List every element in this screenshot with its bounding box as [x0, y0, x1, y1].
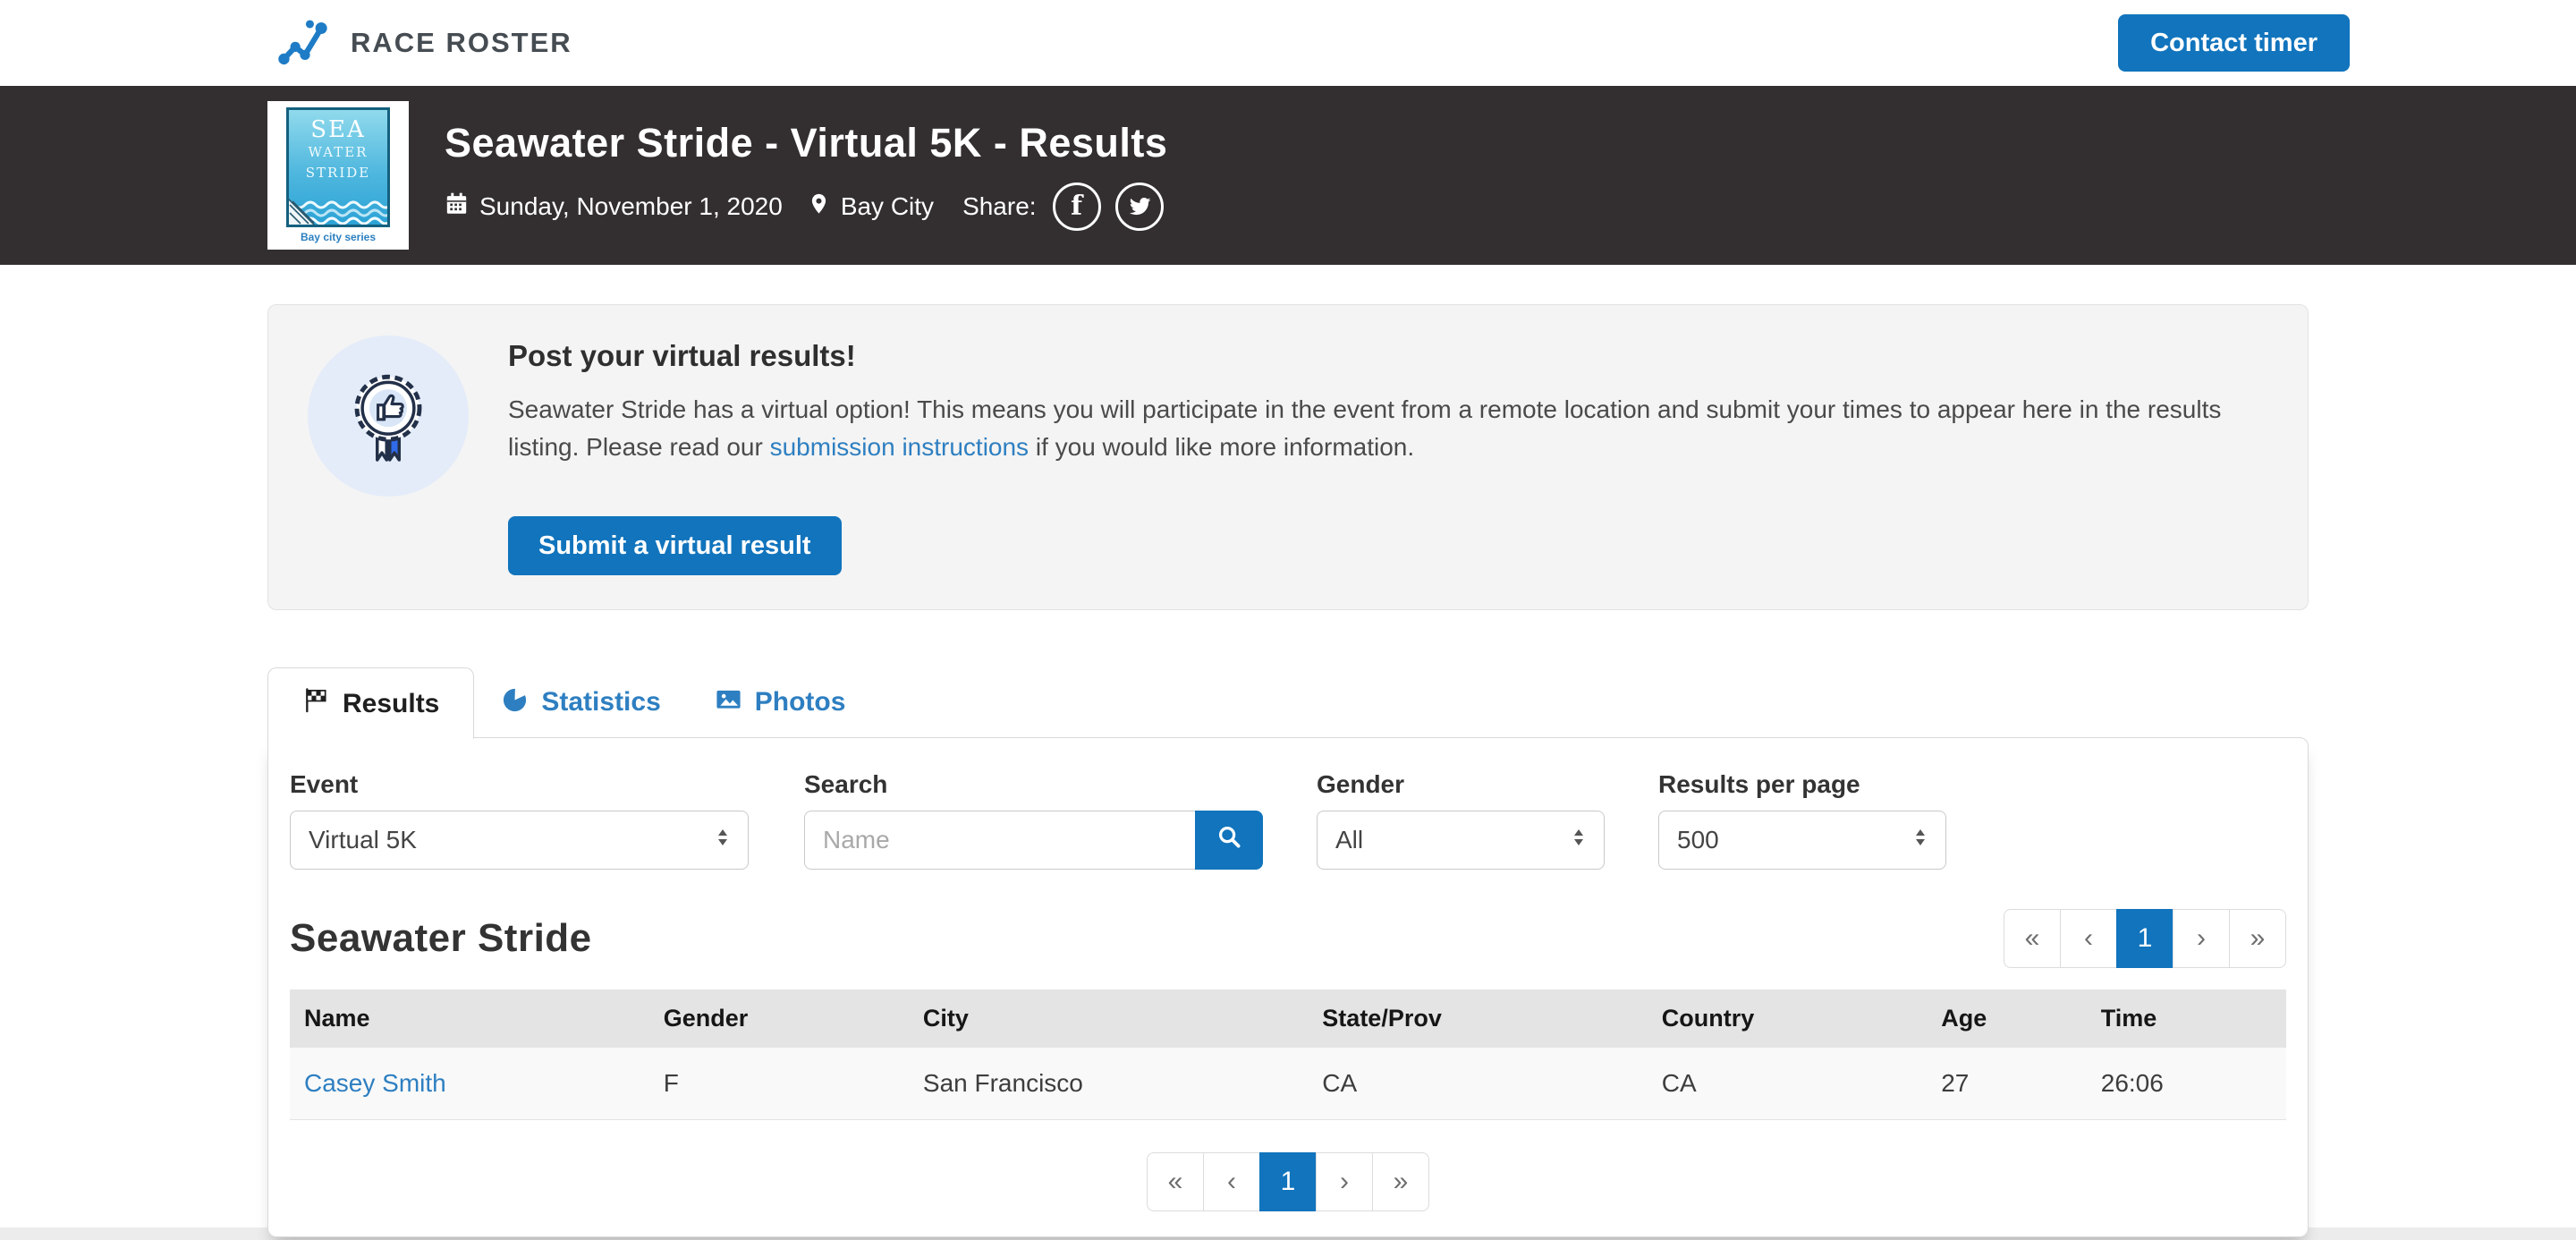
column-name: Name	[290, 989, 649, 1048]
event-select-value: Virtual 5K	[309, 826, 417, 854]
cell-time: 26:06	[2087, 1048, 2286, 1120]
event-select[interactable]: Virtual 5K	[290, 811, 749, 870]
filters-row: Event Virtual 5K Search	[290, 770, 2286, 870]
banner-text-after-link: if you would like more information.	[1029, 433, 1414, 461]
column-time: Time	[2087, 989, 2286, 1048]
gender-filter: Gender All	[1317, 770, 1605, 870]
share-label: Share:	[962, 192, 1037, 221]
submit-virtual-result-button[interactable]: Submit a virtual result	[508, 516, 842, 575]
cell-city: San Francisco	[909, 1048, 1308, 1120]
up-down-caret-icon	[1913, 826, 1928, 854]
cell-state-prov: CA	[1308, 1048, 1647, 1120]
logo-text-stride: STRIDE	[306, 163, 370, 183]
page-1-button[interactable]: 1	[2116, 909, 2174, 968]
per-page-select[interactable]: 500	[1658, 811, 1946, 870]
cell-country: CA	[1648, 1048, 1927, 1120]
up-down-caret-icon	[716, 826, 730, 854]
virtual-results-banner: Post your virtual results! Seawater Stri…	[267, 304, 2309, 610]
previous-page-button[interactable]: ‹	[2060, 909, 2117, 968]
event-location-text: Bay City	[841, 192, 934, 221]
tab-photos-label: Photos	[755, 687, 846, 718]
cell-age: 27	[1927, 1048, 2087, 1120]
main-content: Post your virtual results! Seawater Stri…	[267, 304, 2309, 1237]
corner-stripes-graphic	[288, 188, 326, 225]
search-filter: Search	[804, 770, 1263, 870]
participant-name-link[interactable]: Casey Smith	[304, 1069, 446, 1097]
event-logo-poster: SEA WATER STRIDE	[286, 107, 390, 227]
search-filter-label: Search	[804, 770, 1263, 799]
pagination-bottom: « ‹ 1 › »	[1147, 1152, 1429, 1211]
logo-caption: Bay city series	[301, 231, 376, 243]
tab-statistics-label: Statistics	[541, 687, 660, 718]
checkered-flag-icon	[302, 686, 330, 721]
tab-results-label: Results	[343, 689, 439, 719]
column-gender: Gender	[649, 989, 909, 1048]
calendar-icon	[445, 191, 469, 222]
event-filter: Event Virtual 5K	[290, 770, 749, 870]
event-filter-label: Event	[290, 770, 749, 799]
first-page-button[interactable]: «	[2004, 909, 2061, 968]
gender-select[interactable]: All	[1317, 811, 1605, 870]
column-country: Country	[1648, 989, 1927, 1048]
route-zigzag-icon	[277, 15, 333, 72]
event-header: SEA WATER STRIDE Bay city series Seawate…	[0, 86, 2576, 265]
next-page-button[interactable]: ›	[2173, 909, 2230, 968]
tab-photos[interactable]: Photos	[688, 667, 873, 737]
first-page-button[interactable]: «	[1147, 1152, 1204, 1211]
gender-select-value: All	[1335, 826, 1363, 854]
results-panel: Event Virtual 5K Search	[267, 737, 2309, 1237]
last-page-button[interactable]: »	[1372, 1152, 1429, 1211]
logo-text-water: WATER	[309, 142, 369, 163]
twitter-icon[interactable]	[1115, 183, 1164, 231]
event-date-text: Sunday, November 1, 2020	[479, 192, 783, 221]
pagination-top: « ‹ 1 › »	[2004, 909, 2286, 968]
results-heading: Seawater Stride	[290, 916, 592, 961]
topbar: RACE ROSTER Contact timer	[0, 0, 2576, 86]
per-page-filter: Results per page 500	[1658, 770, 1946, 870]
submission-instructions-link[interactable]: submission instructions	[770, 433, 1029, 461]
gender-filter-label: Gender	[1317, 770, 1605, 799]
search-input[interactable]	[804, 811, 1195, 870]
results-table: Name Gender City State/Prov Country Age …	[290, 989, 2286, 1120]
image-icon	[715, 685, 742, 720]
pie-chart-icon	[501, 685, 529, 720]
tab-results[interactable]: Results	[267, 667, 474, 739]
tab-statistics[interactable]: Statistics	[474, 667, 687, 737]
up-down-caret-icon	[1572, 826, 1586, 854]
table-row: Casey Smith F San Francisco CA CA 27 26:…	[290, 1048, 2286, 1120]
table-header-row: Name Gender City State/Prov Country Age …	[290, 989, 2286, 1048]
event-logo-card: SEA WATER STRIDE Bay city series	[267, 101, 409, 250]
award-ribbon-icon	[308, 335, 469, 497]
page-title: Seawater Stride - Virtual 5K - Results	[445, 120, 1167, 166]
event-location: Bay City	[808, 192, 934, 221]
brand-wordmark: RACE ROSTER	[351, 27, 572, 59]
search-button[interactable]	[1195, 811, 1263, 870]
next-page-button[interactable]: ›	[1316, 1152, 1373, 1211]
facebook-icon[interactable]: f	[1053, 183, 1101, 231]
results-tabs: Results Statistics Photos	[267, 667, 2309, 737]
cell-gender: F	[649, 1048, 909, 1120]
last-page-button[interactable]: »	[2229, 909, 2286, 968]
column-state-prov: State/Prov	[1308, 989, 1647, 1048]
banner-heading: Post your virtual results!	[508, 339, 2265, 373]
event-date: Sunday, November 1, 2020	[445, 191, 783, 222]
previous-page-button[interactable]: ‹	[1203, 1152, 1260, 1211]
contact-timer-button[interactable]: Contact timer	[2118, 14, 2350, 72]
per-page-filter-label: Results per page	[1658, 770, 1946, 799]
column-age: Age	[1927, 989, 2087, 1048]
map-pin-icon	[808, 192, 830, 221]
column-city: City	[909, 989, 1308, 1048]
logo-text-sea: SEA	[310, 118, 366, 142]
race-roster-logo[interactable]: RACE ROSTER	[277, 15, 572, 72]
per-page-select-value: 500	[1677, 826, 1719, 854]
magnifier-icon	[1216, 823, 1242, 857]
page-1-button[interactable]: 1	[1259, 1152, 1317, 1211]
banner-paragraph: Seawater Stride has a virtual option! Th…	[508, 391, 2265, 466]
